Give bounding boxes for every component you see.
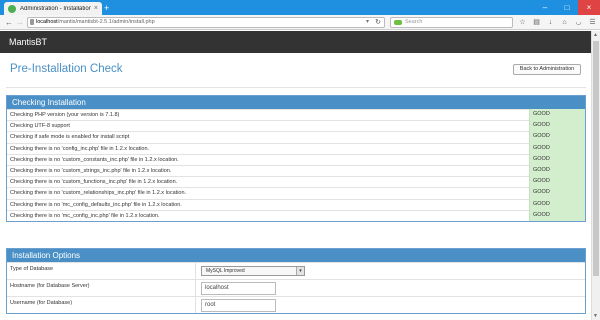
scrollbar-thumb[interactable] [593, 41, 599, 276]
page-scrollbar[interactable]: ▲ ▼ [591, 31, 600, 320]
hostname-input[interactable]: localhost [201, 282, 276, 295]
chevron-down-icon[interactable]: ▾ [296, 267, 304, 275]
check-status: GOOD [529, 198, 585, 210]
maximize-icon[interactable]: □ [556, 0, 578, 15]
check-status: GOOD [529, 131, 585, 143]
close-window-icon[interactable]: × [578, 0, 600, 15]
check-row: Checking there is no 'custom_strings_inc… [7, 164, 585, 177]
check-row: Checking there is no 'config_inc.php' fi… [7, 142, 585, 154]
url-dropdown-icon[interactable]: ▾ [366, 18, 369, 27]
reading-list-icon[interactable]: ▤ [532, 18, 541, 27]
check-label: Checking there is no 'config_inc.php' fi… [10, 145, 150, 152]
check-row: Checking if safe mode is enabled for ins… [7, 131, 585, 143]
check-row: Checking there is no 'custom_functions_i… [7, 176, 585, 188]
check-row: Checking there is no 'mc_config_inc.php'… [7, 209, 585, 221]
db-type-row: Type of Database MySQL Improved ▾ [7, 262, 585, 279]
check-row: Checking UTF-8 support GOOD [7, 120, 585, 132]
tab-title: Administration - Installation [20, 5, 91, 12]
db-type-cell: MySQL Improved ▾ [195, 263, 585, 279]
username-input[interactable]: root [201, 299, 276, 312]
db-type-value: MySQL Improved [206, 268, 245, 274]
check-status: GOOD [529, 209, 585, 221]
url-bar[interactable]: localhost/mantis/mantisbt-2.5.1/admin/in… [27, 17, 385, 28]
app-header: MantisBT [0, 31, 600, 53]
search-engine-icon[interactable] [394, 20, 402, 25]
check-status: GOOD [529, 109, 585, 121]
url-path: /mantis/mantisbt-2.5.1/admin/install.php [57, 19, 155, 25]
check-row: Checking PHP version (your version is 7.… [7, 109, 585, 121]
check-label: Checking there is no 'custom_functions_i… [10, 179, 178, 186]
scroll-down-icon[interactable]: ▼ [593, 313, 598, 319]
page-title: Pre-Installation Check [10, 63, 123, 75]
back-to-administration-button[interactable]: Back to Administration [513, 64, 581, 75]
check-status: GOOD [529, 153, 585, 165]
hostname-row: Hostname (for Database Server) localhost [7, 279, 585, 296]
bookmark-star-icon[interactable]: ☆ [518, 18, 527, 27]
installation-options-panel: Installation Options Type of Database My… [6, 248, 586, 314]
search-bar[interactable]: Search [390, 17, 513, 28]
check-row: Checking there is no 'mc_config_defaults… [7, 198, 585, 210]
check-label: Checking there is no 'mc_config_inc.php'… [10, 212, 160, 219]
reload-icon[interactable]: ↻ [375, 18, 381, 27]
forward-arrow-icon[interactable]: → [16, 17, 24, 28]
check-label: Checking PHP version (your version is 7.… [10, 112, 120, 118]
db-type-select[interactable]: MySQL Improved ▾ [201, 266, 305, 276]
check-label: Checking UTF-8 support [10, 123, 70, 130]
new-tab-icon[interactable]: + [104, 3, 109, 13]
check-label: Checking there is no 'mc_config_defaults… [10, 201, 182, 208]
checking-installation-panel: Checking Installation Checking PHP versi… [6, 95, 586, 222]
app-brand[interactable]: MantisBT [9, 37, 47, 47]
checks-list: Checking PHP version (your version is 7.… [7, 109, 585, 221]
page-content: Pre-Installation Check Back to Administr… [0, 53, 591, 320]
home-icon[interactable]: ⌂ [560, 18, 569, 27]
username-label: Username (for Database) [10, 300, 73, 306]
site-info-icon[interactable] [30, 19, 34, 25]
check-label: Checking if safe mode is enabled for ins… [10, 134, 130, 141]
check-label: Checking there is no 'custom_relationshi… [10, 190, 187, 197]
divider [6, 87, 586, 88]
close-tab-icon[interactable]: × [94, 5, 98, 12]
browser-tab[interactable]: Administration - Installation × [4, 2, 102, 15]
check-row: Checking there is no 'custom_relationshi… [7, 187, 585, 199]
url-host: localhost [36, 19, 58, 25]
check-status: GOOD [529, 187, 585, 199]
username-row: Username (for Database) root [7, 296, 585, 313]
check-status: GOOD [529, 142, 585, 154]
minimize-icon[interactable]: – [534, 0, 556, 15]
download-icon[interactable]: ↓ [546, 18, 555, 27]
check-status: GOOD [529, 176, 585, 188]
hostname-label: Hostname (for Database Server) [10, 283, 90, 289]
mantis-favicon-icon [8, 4, 16, 13]
check-label: Checking there is no 'custom_constants_i… [10, 156, 179, 163]
check-row: Checking there is no 'custom_constants_i… [7, 153, 585, 165]
browser-tab-bar: Administration - Installation × + – □ × [0, 0, 600, 15]
check-label: Checking there is no 'custom_strings_inc… [10, 167, 172, 174]
window-controls: – □ × [534, 0, 600, 15]
search-placeholder: Search [405, 19, 423, 25]
browser-nav-bar: ← → localhost/mantis/mantisbt-2.5.1/admi… [0, 15, 600, 30]
check-status: GOOD [529, 120, 585, 132]
checking-installation-heading: Checking Installation [7, 96, 585, 109]
menu-icon[interactable]: ☰ [588, 18, 597, 27]
db-type-label: Type of Database [10, 266, 54, 272]
scroll-up-icon[interactable]: ▲ [593, 32, 598, 38]
back-arrow-icon[interactable]: ← [5, 17, 13, 28]
toolbar-icons: ☆ ▤ ↓ ⌂ ◡ ☰ [518, 18, 597, 27]
hostname-cell: localhost [195, 280, 585, 296]
installation-options-heading: Installation Options [7, 249, 585, 262]
check-status: GOOD [529, 164, 585, 177]
pocket-icon[interactable]: ◡ [574, 18, 583, 27]
username-cell: root [195, 297, 585, 313]
